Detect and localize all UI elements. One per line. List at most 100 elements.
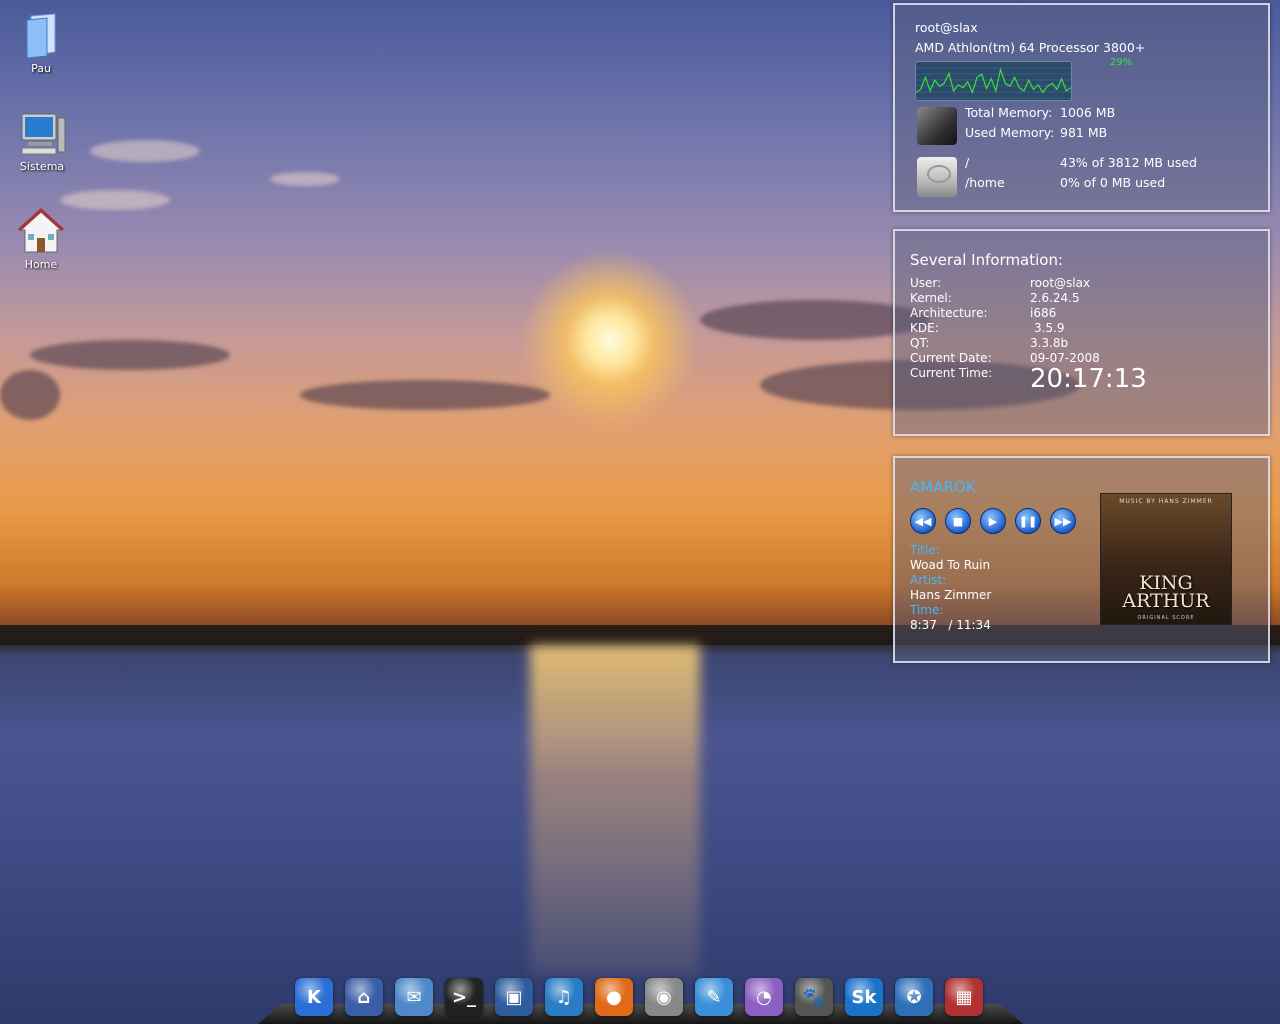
dock-music-launcher[interactable]: ♫ (545, 978, 583, 1016)
home-icon (17, 207, 65, 256)
title-label: Title: (910, 543, 940, 557)
cover-subtitle: ORIGINAL SCORE (1137, 615, 1195, 621)
dock-terminal-launcher[interactable]: >_ (445, 978, 483, 1016)
terminal-icon: >_ (451, 986, 477, 1008)
dock-office-writer-launcher[interactable]: ✎ (695, 978, 733, 1016)
dock-home-launcher[interactable]: ⌂ (345, 978, 383, 1016)
pause-button[interactable]: ❚❚ (1015, 508, 1041, 534)
used-memory-value: 981 MB (1060, 125, 1108, 140)
dock-gimp-launcher[interactable]: 🐾 (795, 978, 833, 1016)
info-label: Current Time: (910, 366, 993, 380)
cpu-percent: 29% (1110, 57, 1133, 68)
desktop-icon-pau[interactable]: Pau (1, 12, 81, 75)
info-label: QT: (910, 336, 930, 350)
dock-skype-launcher[interactable]: Sk (845, 978, 883, 1016)
dock-media-launcher[interactable]: ◉ (645, 978, 683, 1016)
info-value: 09-07-2008 (1030, 351, 1100, 365)
desktop-icon-label: Home (24, 258, 58, 271)
folder-icon (17, 12, 65, 60)
package-icon: ▦ (955, 986, 973, 1008)
stop-button[interactable]: ■ (945, 508, 971, 534)
info-label: KDE: (910, 321, 939, 335)
fast-forward-icon: ▶▶ (1054, 514, 1072, 528)
hostname: root@slax (915, 20, 978, 35)
dock-globe-launcher[interactable]: ✪ (895, 978, 933, 1016)
track-artist: Hans Zimmer (910, 588, 992, 602)
cpu-usage-graph (915, 61, 1072, 101)
info-label: Current Date: (910, 351, 992, 365)
disk-usage: 43% of 3812 MB used (1060, 155, 1197, 170)
kde-menu-icon: K (307, 986, 321, 1008)
cpu-name: AMD Athlon(tm) 64 Processor 3800+ (915, 40, 1146, 55)
globe-icon: ✪ (906, 986, 922, 1008)
amarok-widget: AMAROK ◀◀ ■ ▶ ❚❚ ▶▶ Title: Woad To Ruin … (893, 456, 1270, 663)
info-label: Architecture: (910, 306, 988, 320)
time-label: Time: (910, 603, 944, 617)
memory-chip-icon (917, 107, 957, 145)
disk-mount: /home (965, 175, 1005, 190)
dock-network-launcher[interactable]: ▣ (495, 978, 533, 1016)
cpu-graph-line (916, 67, 1071, 95)
album-cover: MUSIC BY HANS ZIMMER KING ARTHUR ORIGINA… (1100, 493, 1232, 625)
track-time: 8:37 / 11:34 (910, 618, 991, 632)
track-title: Woad To Ruin (910, 558, 991, 572)
info-value: 3.5.9 (1034, 321, 1065, 335)
wallpaper-cloud (0, 370, 60, 420)
music-icon: ♫ (555, 986, 573, 1008)
hard-disk-icon (917, 157, 957, 197)
used-memory-label: Used Memory: (965, 125, 1055, 140)
cover-title: KING ARTHUR (1122, 572, 1210, 612)
wallpaper-sun (520, 250, 700, 430)
info-value: root@slax (1030, 276, 1091, 290)
dock-kde-menu-launcher[interactable]: K (295, 978, 333, 1016)
play-button[interactable]: ▶ (980, 508, 1006, 534)
several-information-widget: Several Information: User: root@slax Ker… (893, 229, 1270, 436)
stop-icon: ■ (952, 514, 964, 528)
amarok-title: AMAROK (910, 478, 976, 496)
gimp-icon: 🐾 (802, 986, 826, 1008)
wallpaper-cloud (90, 140, 200, 162)
total-memory-value: 1006 MB (1060, 105, 1116, 120)
disk-mount: / (965, 155, 970, 170)
previous-track-button[interactable]: ◀◀ (910, 508, 936, 534)
wallpaper-cloud (60, 190, 170, 210)
desktop-icon-label: Sistema (19, 160, 65, 173)
desktop-icon-sistema[interactable]: Sistema (2, 110, 82, 173)
info-label: User: (910, 276, 942, 290)
firefox-icon: ● (606, 986, 622, 1008)
cover-credit: MUSIC BY HANS ZIMMER (1119, 498, 1213, 505)
dock-office-impress-launcher[interactable]: ◔ (745, 978, 783, 1016)
info-value: 3.3.8b (1030, 336, 1069, 350)
cpu-graph-svg (916, 67, 1071, 99)
current-time: 20:17:13 (1030, 364, 1147, 394)
computer-icon (18, 110, 66, 158)
media-icon: ◉ (656, 986, 672, 1008)
skype-icon: Sk (851, 986, 877, 1008)
network-icon: ▣ (505, 986, 523, 1008)
sun-reflection (530, 645, 700, 975)
artist-label: Artist: (910, 573, 947, 587)
desktop-icon-home[interactable]: Home (1, 207, 81, 271)
next-track-button[interactable]: ▶▶ (1050, 508, 1076, 534)
office-impress-icon: ◔ (756, 986, 772, 1008)
rewind-icon: ◀◀ (914, 514, 932, 528)
office-writer-icon: ✎ (706, 986, 722, 1008)
info-label: Kernel: (910, 291, 952, 305)
total-memory-label: Total Memory: (965, 105, 1053, 120)
desktop-icon-label: Pau (31, 62, 51, 75)
dock-package-launcher[interactable]: ▦ (945, 978, 983, 1016)
widget-title: Several Information: (910, 251, 1064, 269)
system-monitor-widget: root@slax AMD Athlon(tm) 64 Processor 38… (893, 3, 1270, 212)
wallpaper-cloud (270, 172, 340, 186)
wallpaper-cloud (30, 340, 230, 370)
info-value: 2.6.24.5 (1030, 291, 1080, 305)
wallpaper-cloud (300, 380, 550, 410)
home-icon: ⌂ (357, 986, 371, 1008)
dock-firefox-launcher[interactable]: ● (595, 978, 633, 1016)
play-icon: ▶ (988, 514, 998, 528)
mail-icon: ✉ (406, 986, 422, 1008)
dock-mail-launcher[interactable]: ✉ (395, 978, 433, 1016)
pause-icon: ❚❚ (1018, 514, 1038, 528)
disk-usage: 0% of 0 MB used (1060, 175, 1166, 190)
info-value: i686 (1030, 306, 1057, 320)
